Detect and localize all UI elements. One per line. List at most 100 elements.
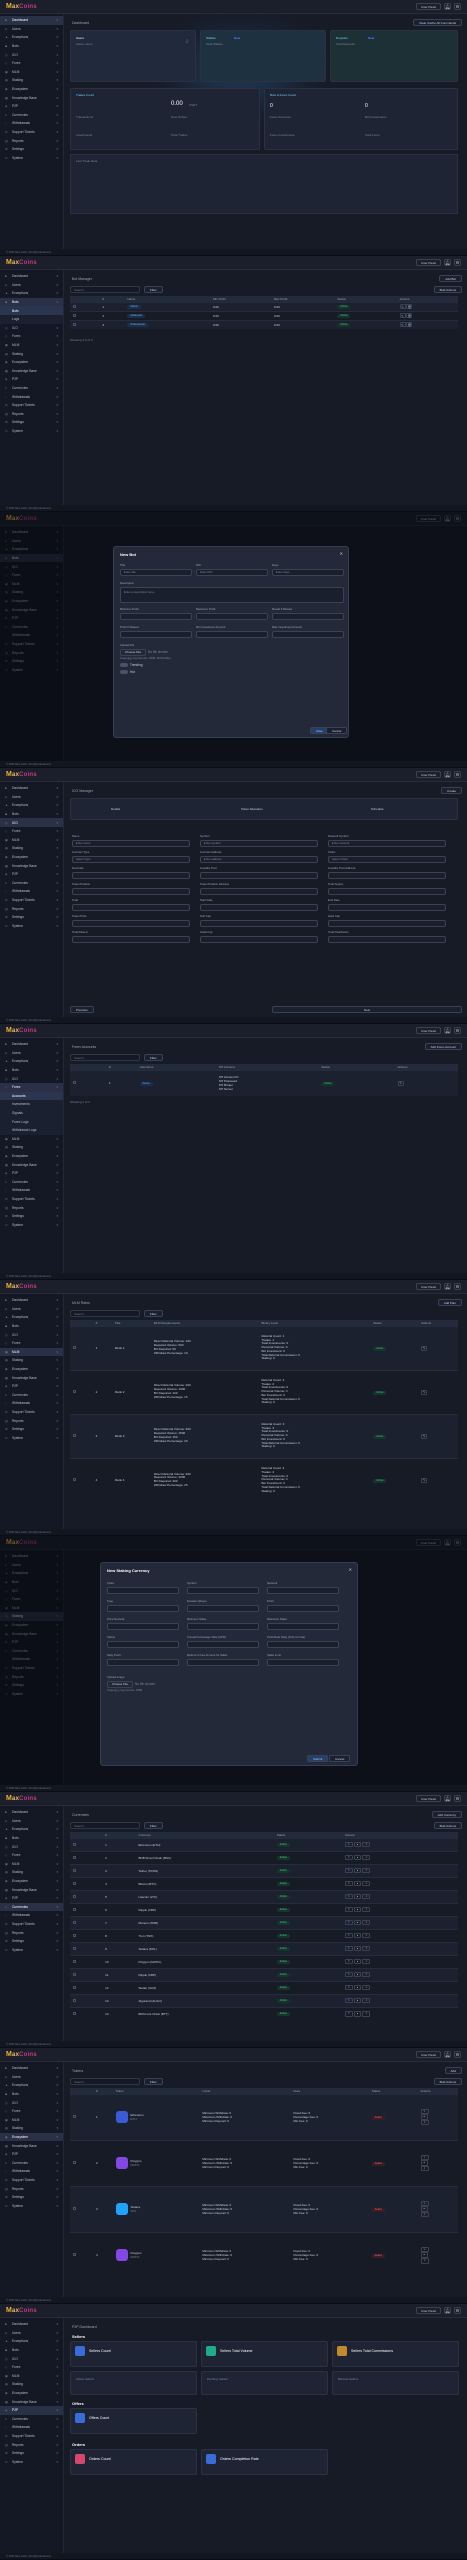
- delete-button[interactable]: ✕: [362, 1984, 371, 1991]
- sidebar-subitem[interactable]: Logs: [0, 314, 63, 324]
- sidebar-subitem[interactable]: Forex Logs: [0, 1117, 63, 1126]
- row-checkbox[interactable]: [73, 1920, 76, 1924]
- sidebar-item-withdrawals[interactable]: ↓ Withdrawals ▾: [0, 887, 63, 896]
- edit-button[interactable]: ✎: [344, 1971, 353, 1978]
- table-row[interactable]: 8 Tron (TRX) Active ✎ ● ✕: [70, 1928, 458, 1942]
- delete-icon[interactable]: 🗑︎: [406, 313, 413, 318]
- sidebar-item-dashboard[interactable]: ■ Dashboard ▾: [0, 1296, 63, 1305]
- ico-field[interactable]: [72, 919, 190, 927]
- sidebar-item-support-tickets[interactable]: ✉ Support Tickets ▾: [0, 2176, 63, 2185]
- staking-field[interactable]: [267, 1622, 339, 1630]
- edit-button[interactable]: ✎: [344, 1945, 353, 1952]
- sidebar-item-mlm[interactable]: ▣ MLM ▾: [0, 1347, 63, 1357]
- add-currency-button[interactable]: Add Currency: [431, 1811, 462, 1818]
- table-row[interactable]: 3 Solana SOL Minimum Withdraw: 0 Maximum W…: [70, 2185, 458, 2232]
- logo[interactable]: MaxCoins: [6, 1795, 37, 1802]
- sidebar-item-currencies[interactable]: ¤ Currencies ▾: [0, 1391, 63, 1400]
- row-checkbox[interactable]: [73, 2011, 76, 2015]
- sidebar-item-system[interactable]: ⊡ System ▾: [0, 1946, 63, 1955]
- sidebar-item-system[interactable]: ⊡ System ▾: [0, 1434, 63, 1443]
- row-checkbox[interactable]: [73, 2161, 76, 2164]
- user-panel-button[interactable]: User Panel: [416, 3, 441, 10]
- ico-field[interactable]: Enter name: [72, 839, 190, 847]
- settings-icon[interactable]: ⚙: [454, 1795, 461, 1802]
- sidebar-item-staking[interactable]: ▤ Staking ▾: [0, 844, 63, 853]
- ico-field[interactable]: [328, 903, 446, 911]
- toggle-button[interactable]: ●: [420, 2160, 428, 2166]
- row-checkbox[interactable]: [73, 2207, 76, 2210]
- next-button[interactable]: Next: [272, 1006, 462, 1013]
- delete-button[interactable]: ✕: [420, 2258, 429, 2264]
- sidebar-item-bots[interactable]: ◆ Bots ▾: [0, 810, 63, 819]
- sidebar-item-bots[interactable]: ◆ Bots ▾: [0, 1322, 63, 1331]
- sidebar-item-exceptions[interactable]: ▲ Exceptions ▾: [0, 2081, 63, 2090]
- sidebar-item-settings[interactable]: ⚙ Settings ▾: [0, 145, 63, 154]
- row-checkbox[interactable]: [73, 1478, 76, 1482]
- step-label[interactable]: Token Allocation: [241, 807, 263, 811]
- sidebar-item-settings[interactable]: ⚙ Settings ▾: [0, 2449, 63, 2458]
- ico-field[interactable]: [328, 887, 446, 895]
- table-row[interactable]: 6 Ripple (XRP) Active ✎ ● ✕: [70, 1902, 458, 1916]
- delete-button[interactable]: ✕: [420, 2211, 429, 2218]
- sidebar-item-reports[interactable]: ▥ Reports ▾: [0, 1203, 63, 1212]
- table-row[interactable]: 1 Starter 0.00 0.00 Active ✎ 🗑︎: [70, 301, 458, 311]
- toggle-button[interactable]: ●: [353, 1958, 362, 1965]
- sidebar-item-support-tickets[interactable]: ✉ Support Tickets ▾: [0, 401, 63, 410]
- title-field[interactable]: Enter title: [120, 568, 192, 576]
- sidebar-item-forex[interactable]: ◇ Forex ▾: [0, 1339, 63, 1348]
- sidebar-item-currencies[interactable]: ¤ Currencies ▾: [0, 384, 63, 393]
- delete-icon[interactable]: 🗑︎: [406, 304, 413, 309]
- roi-field[interactable]: Enter ROI: [196, 568, 268, 576]
- user-panel-button[interactable]: User Panel: [416, 1283, 441, 1290]
- delete-button[interactable]: ✕: [362, 2010, 371, 2017]
- ico-field[interactable]: [200, 887, 318, 895]
- max-profit-field[interactable]: [196, 612, 268, 620]
- row-checkbox[interactable]: [73, 1933, 76, 1937]
- sidebar-item-staking[interactable]: ▤ Staking ▾: [0, 76, 63, 85]
- table-row[interactable]: 9 Solana (SOL) Active ✎ ● ✕: [70, 1941, 458, 1955]
- filter-button[interactable]: Filter: [144, 1822, 163, 1829]
- sidebar-item-currencies[interactable]: ¤ Currencies ▾: [0, 2415, 63, 2424]
- delete-button[interactable]: ✕: [362, 1880, 371, 1887]
- sidebar-item-users[interactable]: ● Users ▾: [0, 281, 63, 290]
- user-panel-button[interactable]: User Panel: [416, 259, 441, 266]
- sidebar-item-p2p[interactable]: ◈ P2P ▾: [0, 1894, 63, 1903]
- sidebar-item-mlm[interactable]: ▣ MLM ▾: [0, 2372, 63, 2381]
- settings-icon[interactable]: ⚙: [454, 1283, 461, 1290]
- sidebar-item-withdrawals[interactable]: ↓ Withdrawals ▾: [0, 392, 63, 401]
- staking-field[interactable]: [107, 1622, 179, 1630]
- row-checkbox[interactable]: [73, 1390, 76, 1393]
- profit-missed-field[interactable]: [120, 630, 192, 638]
- delete-button[interactable]: ✕: [420, 2119, 429, 2126]
- table-row[interactable]: 1 Rank 1 Direct Referral Volume: 100 Requ…: [70, 1325, 458, 1370]
- sidebar-item-support-tickets[interactable]: ✉ Support Tickets ▾: [0, 1195, 63, 1204]
- staking-field[interactable]: [187, 1586, 259, 1594]
- row-checkbox[interactable]: [73, 322, 76, 326]
- edit-button[interactable]: ✎: [344, 1984, 353, 1991]
- sidebar-item-system[interactable]: ⊡ System ▾: [0, 2458, 63, 2467]
- sidebar-item-ico[interactable]: ◎ ICO ▾: [0, 324, 63, 333]
- sidebar-item-exceptions[interactable]: ▲ Exceptions ▾: [0, 801, 63, 810]
- sidebar-item-exceptions[interactable]: ▲ Exceptions ▾: [0, 289, 63, 298]
- step-label[interactable]: Details: [111, 807, 120, 811]
- sidebar-item-currencies[interactable]: ¤ Currencies ▾: [0, 1178, 63, 1187]
- row-checkbox[interactable]: [73, 313, 76, 317]
- add-forex-account-button[interactable]: Add Forex Account: [424, 1043, 462, 1050]
- toggle-button[interactable]: ●: [353, 1932, 362, 1939]
- notification-icon[interactable]: 🔔︎: [444, 771, 451, 778]
- sidebar-item-p2p[interactable]: ◈ P2P ▾: [0, 102, 63, 111]
- sidebar-item-dashboard[interactable]: ■ Dashboard ▾: [0, 2064, 63, 2073]
- toggle-button[interactable]: ●: [353, 1945, 362, 1952]
- edit-button[interactable]: ✎: [344, 1841, 353, 1848]
- edit-icon[interactable]: ✎: [399, 322, 406, 328]
- sidebar-subitem[interactable]: Withdrawal Logs: [0, 1125, 63, 1135]
- ico-field[interactable]: Enter symbol: [200, 839, 318, 847]
- sidebar-item-ecosystem[interactable]: ◉ Ecosystem ▾: [0, 2389, 63, 2398]
- sidebar-item-knowledge-base[interactable]: ▦ Knowledge Base ▾: [0, 2397, 63, 2406]
- cancel-button[interactable]: Cancel: [329, 1755, 351, 1762]
- search-input[interactable]: Search...: [70, 286, 140, 293]
- user-panel-button[interactable]: User Panel: [416, 771, 441, 778]
- sidebar-item-forex[interactable]: ◇ Forex ▾: [0, 332, 63, 341]
- row-checkbox[interactable]: [73, 304, 76, 308]
- edit-icon[interactable]: ✎: [421, 1433, 428, 1439]
